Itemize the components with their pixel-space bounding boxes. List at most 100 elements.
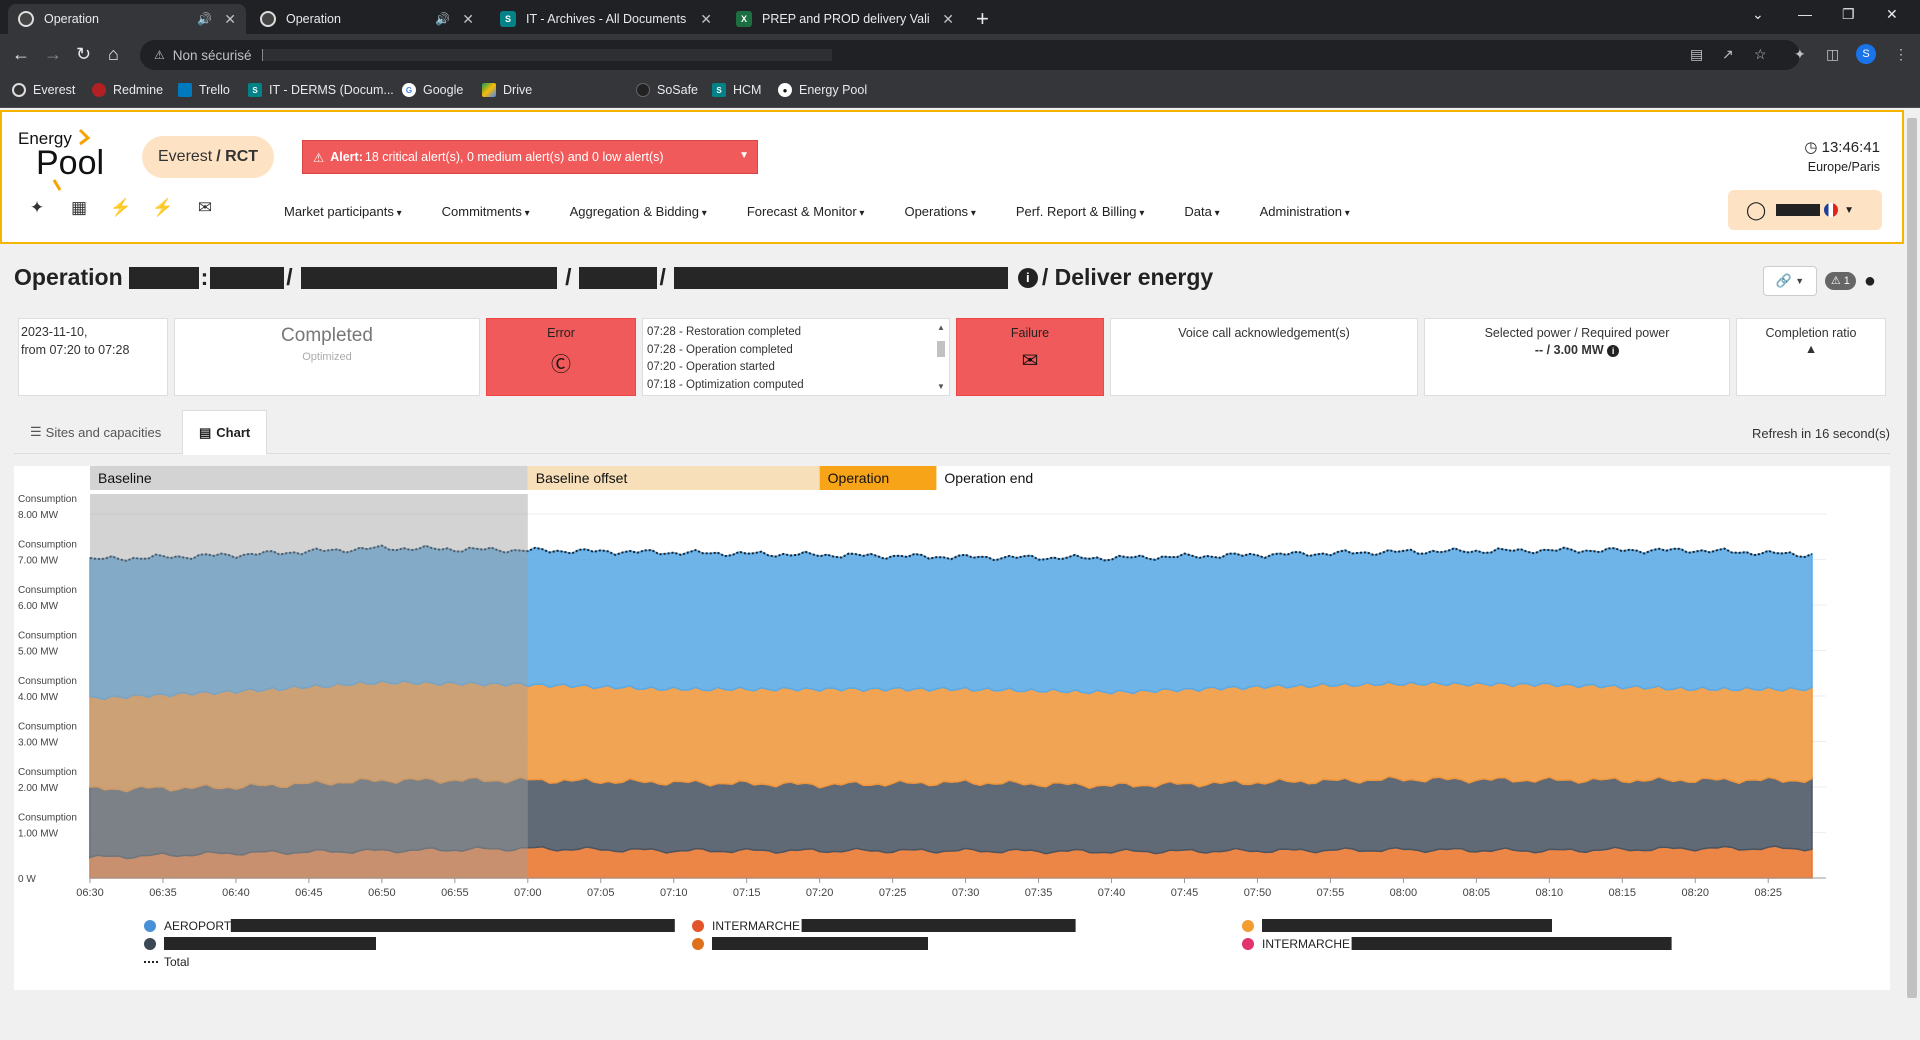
bookmark-drive[interactable]: Drive — [482, 83, 532, 97]
info-icon[interactable]: i — [1607, 345, 1620, 357]
bookmark-trello[interactable]: Trello — [178, 83, 230, 97]
page-scrollbar[interactable] — [1904, 110, 1920, 1040]
env-suffix: / RCT — [216, 148, 259, 165]
tab-sites-capacities[interactable]: ☰ Sites and capacities — [14, 410, 177, 454]
menu-aggregation-bidding[interactable]: Aggregation & Bidding — [570, 204, 707, 219]
new-tab-icon[interactable]: + — [976, 6, 989, 32]
app-header: Energy Pool Everest / RCT ⚠ Alert: 18 cr… — [0, 110, 1904, 244]
restore-icon[interactable]: ❐ — [1842, 6, 1855, 23]
close-icon[interactable]: ✕ — [224, 11, 236, 28]
x-tick-label: 07:30 — [952, 887, 980, 899]
comment-icon[interactable]: ● — [1864, 270, 1876, 293]
side-panel-icon[interactable]: ◫ — [1826, 46, 1839, 63]
bookmark-sosafe[interactable]: SoSafe — [636, 83, 698, 97]
sharepoint-icon: S — [248, 83, 262, 97]
error-card[interactable]: Error Ⓒ — [486, 318, 636, 396]
failure-card[interactable]: Failure ✉ — [956, 318, 1104, 396]
y-tick-label: 4.00 MW — [18, 692, 59, 703]
share-icon[interactable]: ↗ — [1722, 46, 1734, 63]
menu-operations[interactable]: Operations — [904, 204, 975, 219]
bookmark-star-icon[interactable]: ☆ — [1754, 46, 1767, 63]
warning-count-badge[interactable]: ⚠ 1 — [1824, 272, 1856, 290]
menu-data[interactable]: Data — [1184, 204, 1219, 219]
legend-redacted — [1262, 919, 1552, 932]
kebab-menu-icon[interactable]: ⋮ — [1894, 46, 1908, 63]
flash-clock-icon[interactable]: ⚡ — [100, 198, 142, 218]
close-icon[interactable]: ✕ — [942, 11, 954, 28]
browser-tab-prep-prod[interactable]: X PREP and PROD delivery Validat ✕ — [726, 4, 964, 34]
home-icon[interactable]: ⌂ — [108, 44, 119, 65]
info-icon[interactable]: i — [1017, 267, 1038, 288]
operation-status-card: Completed Optimized — [174, 318, 480, 396]
alert-dropdown[interactable]: ⚠ Alert: 18 critical alert(s), 0 medium … — [302, 140, 758, 174]
minimize-icon[interactable]: — — [1798, 6, 1812, 22]
alert-summary: 18 critical alert(s), 0 medium alert(s) … — [364, 150, 664, 164]
tab-title: Operation — [286, 12, 341, 26]
address-bar-row: ← → ↻ ⌂ ⚠ Non sécurisé ▤ ↗ ☆ ✦ ◫ S ⋮ — [0, 34, 1920, 76]
browser-tab-it-archives[interactable]: S IT - Archives - All Documents ✕ — [490, 4, 722, 34]
caret-down-icon: ▼ — [739, 150, 749, 161]
user-menu[interactable]: ◯ ▼ — [1728, 190, 1882, 230]
profile-avatar[interactable]: S — [1856, 44, 1876, 64]
bookmark-redmine[interactable]: Redmine — [92, 83, 163, 97]
log-entry: 07:28 - Operation completed — [647, 343, 793, 356]
menu-commitments[interactable]: Commitments — [442, 204, 530, 219]
energy-pool-favicon-icon — [260, 11, 276, 27]
window-close-icon[interactable]: ✕ — [1886, 6, 1898, 23]
phase-label: Baseline offset — [536, 470, 628, 486]
phase-band — [90, 466, 528, 490]
environment-pill[interactable]: Everest / RCT — [142, 136, 275, 178]
bookmark-label: Drive — [503, 83, 533, 97]
menu-perf-report-billing[interactable]: Perf. Report & Billing — [1016, 204, 1144, 219]
bookmark-energy-pool[interactable]: ● Energy Pool — [778, 83, 867, 97]
speaker-icon[interactable]: 🔊 — [435, 12, 450, 26]
close-icon[interactable]: ✕ — [462, 11, 474, 28]
bookmark-it-derms[interactable]: S IT - DERMS (Docum... — [248, 83, 394, 97]
bookmark-everest[interactable]: Everest — [12, 83, 75, 97]
bookmark-label: Everest — [33, 83, 76, 97]
page-title: Operation : / / / i / Deliver energy — [14, 264, 1214, 290]
bookmark-google[interactable]: G Google — [402, 83, 463, 97]
scroll-thumb[interactable] — [1907, 118, 1917, 998]
magic-wand-icon[interactable]: ✦ — [16, 198, 58, 218]
scroll-down-icon[interactable]: ▼ — [937, 382, 945, 391]
reload-icon[interactable]: ↻ — [76, 44, 91, 65]
bookmark-hcm[interactable]: S HCM — [712, 83, 761, 97]
x-tick-label: 08:05 — [1463, 887, 1491, 899]
scroll-up-icon[interactable]: ▲ — [937, 323, 945, 332]
bookmarks-bar: Everest Redmine Trello S IT - DERMS (Docu… — [0, 76, 1920, 108]
menu-administration[interactable]: Administration — [1260, 204, 1350, 219]
link-icon: 🔗 — [1775, 273, 1792, 288]
omnibox[interactable]: ⚠ Non sécurisé — [140, 40, 1800, 70]
menu-market-participants[interactable]: Market participants — [284, 204, 402, 219]
close-icon[interactable]: ✕ — [700, 11, 712, 28]
voice-ack-card: Voice call acknowledgement(s) — [1110, 318, 1418, 396]
y-tick-label: 5.00 MW — [18, 647, 59, 658]
translate-icon[interactable]: ▤ — [1690, 46, 1703, 63]
browser-tab-operation-2[interactable]: Operation 🔊 ✕ — [250, 4, 484, 34]
tab-label: Chart — [216, 425, 251, 440]
speaker-icon[interactable]: 🔊 — [197, 12, 212, 26]
log-scrollbar[interactable]: ▲ ▼ — [935, 323, 947, 391]
warning-triangle-icon: ⚠ — [313, 150, 325, 165]
tab-chart[interactable]: ▤ Chart — [182, 410, 268, 455]
extensions-puzzle-icon[interactable]: ✦ — [1794, 46, 1806, 63]
energy-pool-logo[interactable]: Energy Pool — [16, 124, 126, 194]
calendar-icon[interactable]: ▦ — [58, 198, 100, 218]
back-arrow-icon[interactable]: ← — [12, 44, 30, 65]
legend-redacted — [164, 937, 376, 950]
redacted-text — [579, 266, 658, 289]
scroll-thumb[interactable] — [937, 341, 945, 357]
operation-log-card: 07:28 - Restoration completed 07:28 - Op… — [642, 318, 950, 396]
flash-magic-icon[interactable]: ⚡ — [142, 198, 184, 218]
creative-commons-icon: Ⓒ — [551, 354, 571, 376]
envelope-icon[interactable]: ✉ — [184, 198, 226, 218]
forward-arrow-icon[interactable]: → — [44, 44, 62, 65]
menu-forecast-monitor[interactable]: Forecast & Monitor — [747, 204, 865, 219]
tab-search-chevron-icon[interactable]: ⌄ — [1752, 6, 1764, 23]
baseline-shade — [90, 494, 528, 878]
link-dropdown-button[interactable]: 🔗 ▼ — [1762, 266, 1817, 296]
legend-label: AEROPORT — [164, 919, 232, 933]
browser-tab-operation-1[interactable]: Operation 🔊 ✕ — [8, 4, 246, 34]
x-tick-label: 07:15 — [733, 887, 761, 899]
